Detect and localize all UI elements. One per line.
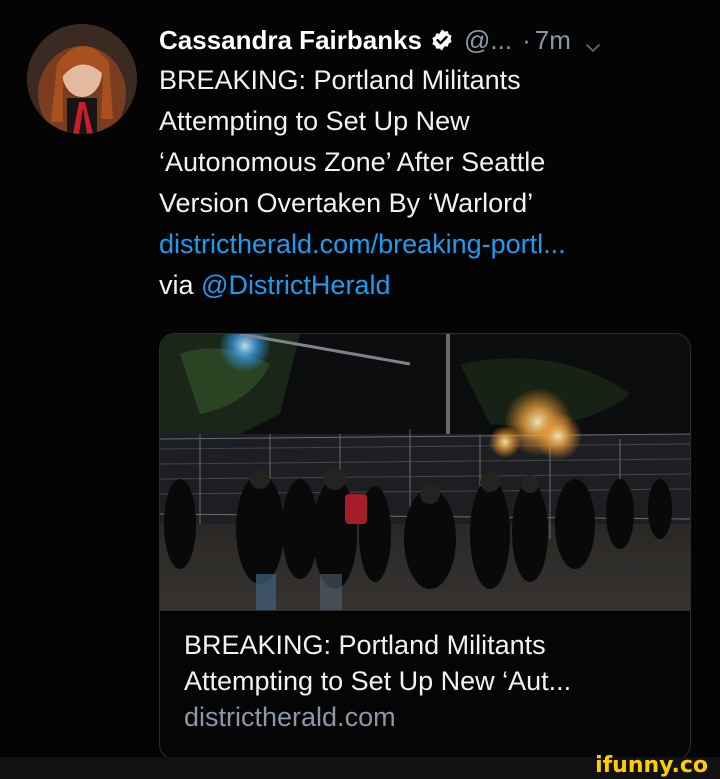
ifunny-watermark-logo: ifunny.co — [595, 753, 708, 778]
card-domain: districtherald.com — [184, 702, 396, 732]
tweet-header: Cassandra Fairbanks @... · 7m — [159, 18, 699, 62]
tweet: Cassandra Fairbanks @... · 7m BREAKING: … — [159, 18, 699, 306]
card-title-line: BREAKING: Portland Militants — [184, 630, 546, 660]
chevron-down-icon[interactable] — [585, 32, 601, 53]
tweet-body: BREAKING: Portland Militants Attempting … — [159, 60, 699, 306]
link-preview-card[interactable]: BREAKING: Portland Militants Attempting … — [159, 333, 691, 760]
avatar-image — [27, 24, 137, 134]
via-prefix: via — [159, 270, 202, 300]
card-thumbnail-image — [160, 334, 690, 610]
verified-badge-icon — [430, 28, 454, 52]
separator-dot: · — [522, 24, 531, 55]
avatar[interactable] — [27, 24, 137, 134]
author-handle[interactable]: @... — [464, 25, 512, 56]
tweet-text-line: Version Overtaken By ‘Warlord’ — [159, 188, 534, 218]
tweet-text-line: ‘Autonomous Zone’ After Seattle — [159, 147, 546, 177]
card-title-line: Attempting to Set Up New ‘Aut... — [184, 666, 572, 696]
tweet-text-line: BREAKING: Portland Militants — [159, 65, 521, 95]
tweet-text-line: Attempting to Set Up New — [159, 106, 470, 136]
author-name[interactable]: Cassandra Fairbanks — [159, 25, 422, 56]
via-line: via @DistrictHerald — [159, 265, 699, 306]
article-link[interactable]: districtherald.com/breaking-portl... — [159, 224, 699, 265]
card-text: BREAKING: Portland Militants Attempting … — [160, 610, 690, 735]
tweet-screenshot: Cassandra Fairbanks @... · 7m BREAKING: … — [0, 0, 720, 779]
mention-link[interactable]: @DistrictHerald — [201, 270, 390, 300]
timestamp[interactable]: 7m — [535, 25, 571, 56]
